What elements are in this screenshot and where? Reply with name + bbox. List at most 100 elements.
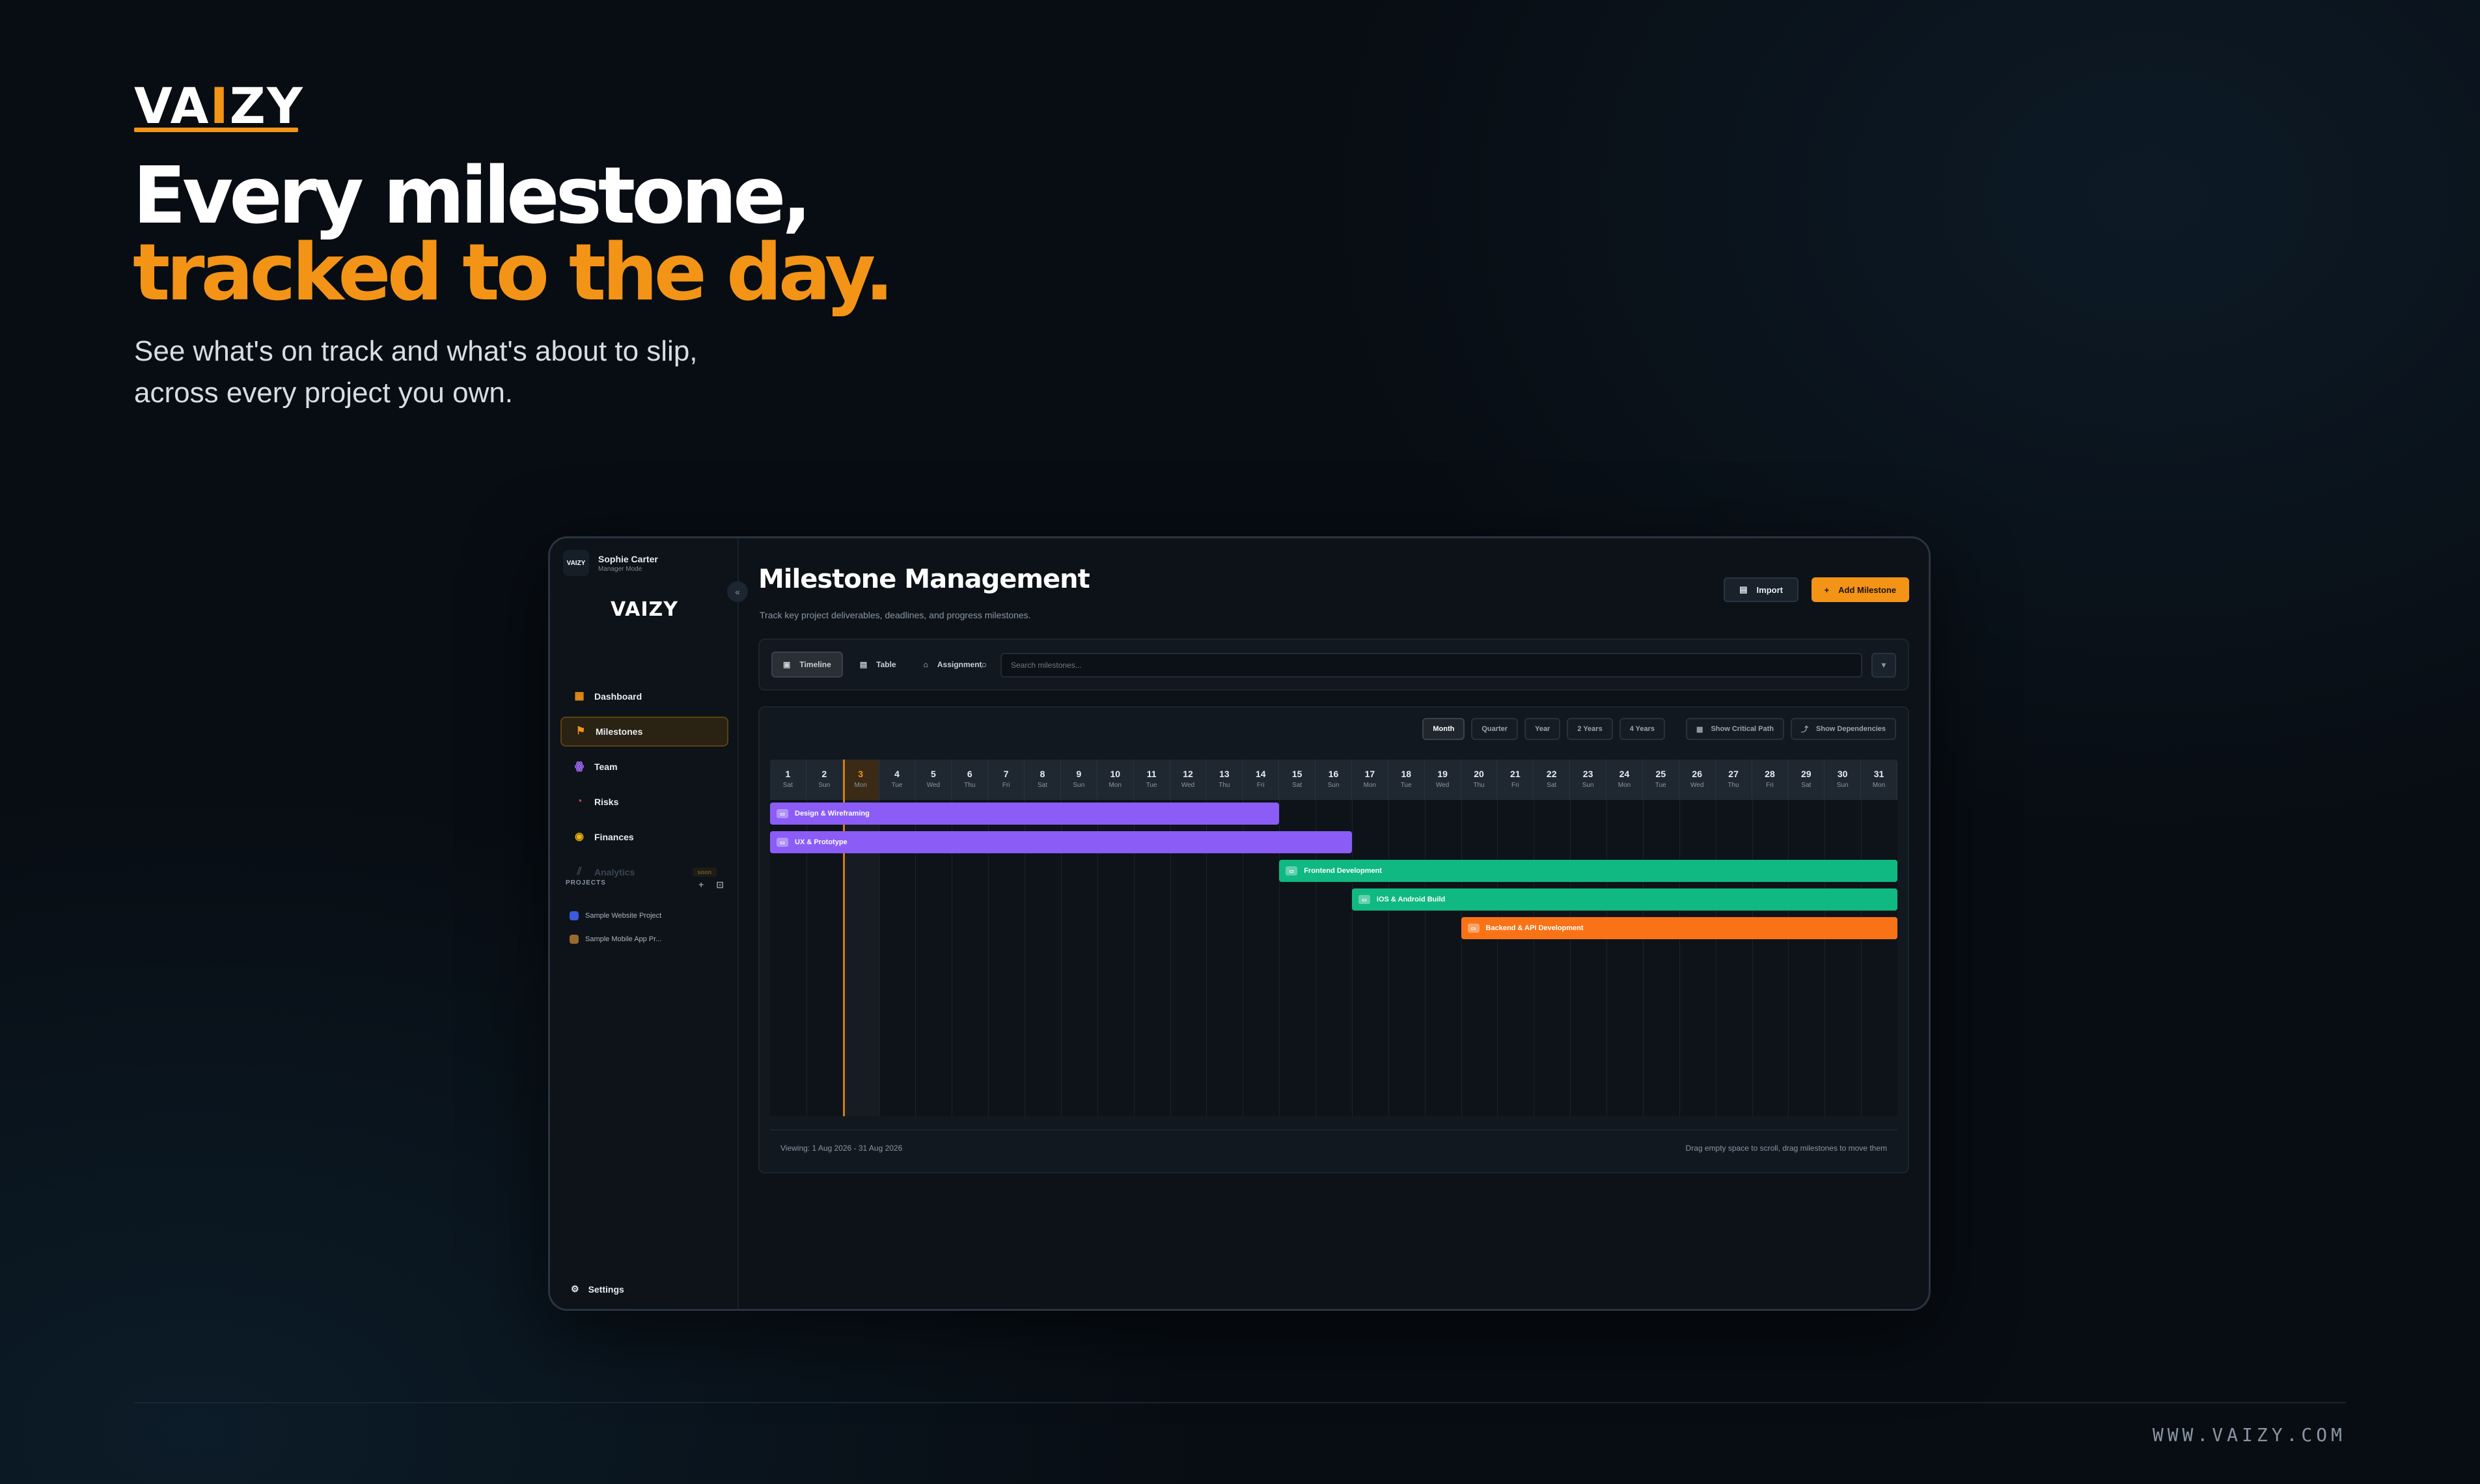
filter-dropdown-button[interactable]: ▼ [1871, 653, 1896, 678]
settings-label: Settings [588, 1284, 624, 1295]
projects-header: PROJECTS + ⊡ [566, 879, 724, 890]
sidebar-item-team[interactable]: ꙮ Team [560, 752, 728, 782]
soon-badge: soon [692, 868, 717, 877]
day-weekday: Sun [1582, 782, 1594, 789]
import-button[interactable]: ▤ Import [1724, 577, 1798, 602]
day-header: 10 Mon [1097, 760, 1134, 800]
day-number: 17 [1364, 769, 1375, 779]
day-number: 2 [821, 769, 827, 779]
scale-month-button[interactable]: Month [1422, 718, 1465, 740]
tab-table[interactable]: ▤ Table [849, 652, 907, 678]
day-weekday: Wed [1690, 782, 1704, 789]
day-header: 28 Fri [1752, 760, 1789, 800]
day-weekday: Fri [1002, 782, 1010, 789]
day-weekday: Sat [782, 782, 793, 789]
milestone-bar[interactable]: ▭ Design & Wireframing [770, 803, 1280, 825]
user-role: Manager Mode [598, 565, 642, 573]
search-icon: ⌕ [981, 658, 988, 671]
user-profile[interactable]: VAIZY Sophie Carter Manager Mode [563, 550, 658, 576]
day-header: 11 Tue [1133, 760, 1170, 800]
day-header: 6 Thu [952, 760, 989, 800]
milestone-bar[interactable]: ▭ Frontend Development [1279, 860, 1897, 882]
grid-line [1861, 800, 1862, 1116]
chevron-down-icon: ▼ [1880, 661, 1888, 670]
day-weekday: Sun [1073, 782, 1085, 789]
day-number: 30 [1837, 769, 1848, 779]
sidebar-item-label: Milestones [596, 726, 643, 737]
day-header: 30 Sun [1825, 760, 1862, 800]
day-number: 29 [1801, 769, 1812, 779]
day-header: 12 Wed [1170, 760, 1207, 800]
hero-heading-accent: tracked to the day. [133, 228, 894, 318]
show-critical-path-button[interactable]: ▦ Show Critical Path [1686, 718, 1785, 740]
page-title: Milestone Management [758, 564, 1090, 594]
main-content: Milestone Management Track key project d… [739, 538, 1929, 1309]
sidebar-item-milestones[interactable]: ⚑ Milestones [560, 717, 728, 747]
milestone-bar[interactable]: ▭ Backend & API Development [1461, 917, 1897, 939]
project-item[interactable]: Sample Mobile App Pr... [570, 928, 726, 951]
file-icon: ▤ [1739, 584, 1748, 594]
day-number: 10 [1110, 769, 1121, 779]
coin-icon: ◉ [575, 831, 584, 842]
add-project-icon[interactable]: + [698, 879, 704, 890]
sidebar-item-risks[interactable]: ◔ Risks [560, 787, 728, 817]
day-header: 9 Sun [1060, 760, 1097, 800]
team-icon: ꙮ [574, 761, 585, 772]
scale-quarter-button[interactable]: Quarter [1471, 718, 1519, 740]
brand-logo: VAIZY [134, 77, 304, 135]
day-header: 26 Wed [1679, 760, 1716, 800]
day-weekday: Fri [1256, 782, 1265, 789]
search-input[interactable]: Search milestones... [1000, 653, 1862, 678]
day-weekday: Fri [1511, 782, 1519, 789]
footer-divider [134, 1402, 2346, 1403]
dependency-icon: ⤴ [1801, 726, 1809, 734]
day-header: 25 Tue [1642, 760, 1679, 800]
show-dependencies-button[interactable]: ⤴ Show Dependencies [1791, 718, 1896, 740]
day-weekday: Sun [1836, 782, 1849, 789]
tab-timeline[interactable]: ▣ Timeline [771, 652, 843, 678]
folder-icon[interactable]: ⊡ [716, 879, 724, 890]
day-header: 14 Fri [1243, 760, 1280, 800]
hero-subtitle-line: See what's on track and what's about to … [134, 335, 698, 367]
app-window: VAIZY Sophie Carter Manager Mode VAIZY ▦… [548, 536, 1931, 1311]
day-weekday: Sat [1292, 782, 1302, 789]
day-header: 8 Sat [1025, 760, 1061, 800]
alert-icon: ◔ [576, 796, 583, 807]
day-number: 31 [1873, 769, 1884, 779]
project-item[interactable]: Sample Website Project [570, 904, 726, 928]
add-milestone-label: Add Milestone [1838, 584, 1896, 595]
sidebar-nav: ▦ Dashboard ⚑ Milestones ꙮ Team ◔ Risks ◉ Finance… [560, 681, 728, 892]
day-weekday: Tue [1655, 782, 1666, 789]
sidebar-item-dashboard[interactable]: ▦ Dashboard [560, 681, 728, 711]
scale-4-years-button[interactable]: 4 Years [1619, 718, 1666, 740]
grid-line [1388, 800, 1389, 1116]
sidebar-item-label: Finances [594, 832, 634, 842]
assignment-icon: ⌂ [923, 660, 928, 669]
scale-year-button[interactable]: Year [1524, 718, 1561, 740]
gantt-grid[interactable]: 1 Sat 2 Sun 3 Mon 4 Tue 5 Wed 6 Thu 7 Fri 8 Sat 9 Sun 10 Mo… [770, 760, 1897, 1116]
avatar: VAIZY [563, 550, 589, 576]
milestone-bar[interactable]: ▭ iOS & Android Build [1351, 888, 1897, 911]
day-header: 18 Tue [1388, 760, 1425, 800]
project-icon [570, 911, 579, 920]
day-number: 4 [894, 769, 900, 779]
website-url[interactable]: WWW.VAIZY.COM [2153, 1424, 2346, 1446]
day-header: 19 Wed [1424, 760, 1461, 800]
settings-button[interactable]: ⚙ Settings [571, 1284, 624, 1295]
project-icon [570, 935, 579, 944]
grid-line [1752, 800, 1753, 1116]
day-header: 5 Wed [915, 760, 952, 800]
add-milestone-button[interactable]: + Add Milestone [1811, 577, 1909, 602]
day-number: 13 [1219, 769, 1230, 779]
day-number: 14 [1255, 769, 1266, 779]
scale-2-years-button[interactable]: 2 Years [1567, 718, 1613, 740]
day-header: 27 Thu [1715, 760, 1752, 800]
milestone-bar[interactable]: ▭ UX & Prototype [770, 831, 1352, 853]
day-weekday: Sat [1038, 782, 1048, 789]
milestone-icon: ▭ [1358, 895, 1370, 904]
day-header: 23 Sun [1570, 760, 1607, 800]
day-header: 20 Thu [1461, 760, 1498, 800]
collapse-sidebar-button[interactable]: « [727, 581, 748, 602]
sidebar-item-finances[interactable]: ◉ Finances [560, 822, 728, 852]
hero-subtitle: See what's on track and what's about to … [134, 331, 915, 414]
